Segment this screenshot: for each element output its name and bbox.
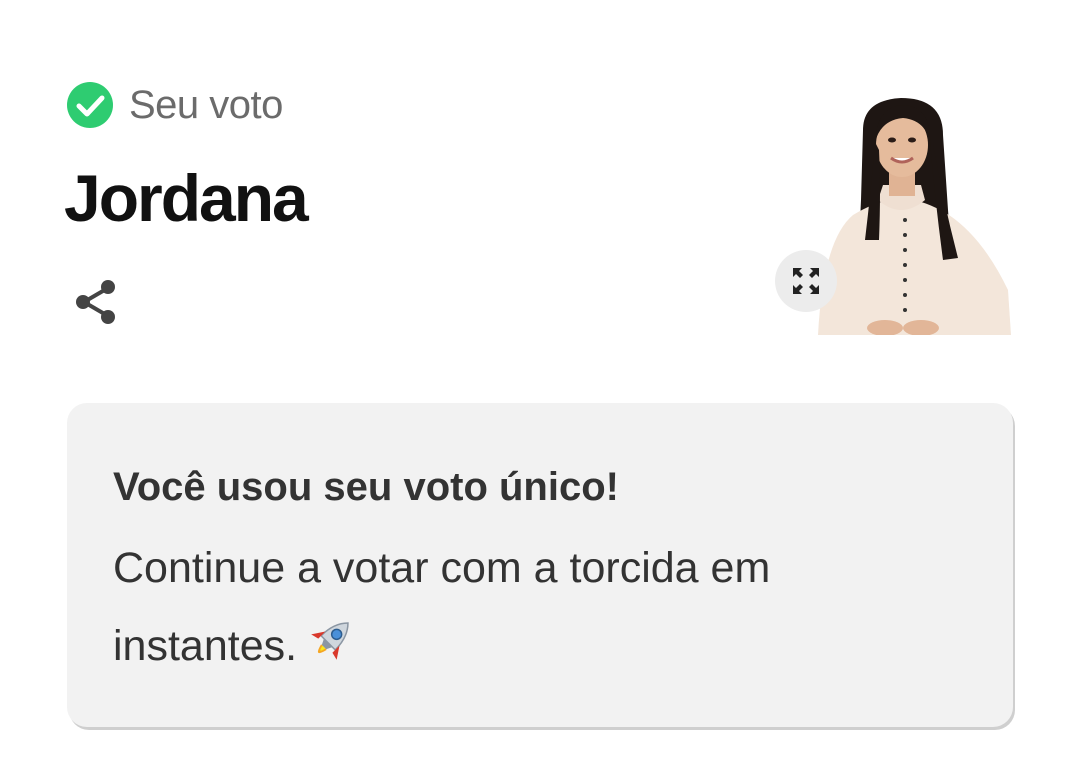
vote-confirmation-page: Seu voto Jordana Você usou seu voto únic… [0,0,1080,769]
vote-status-label: Seu voto [129,82,283,127]
card-body: Continue a votar com a torcida em instan… [113,529,873,685]
check-circle-icon [67,82,113,128]
share-button[interactable] [70,275,124,329]
card-body-text: Continue a votar com a torcida em instan… [113,544,771,670]
share-icon [76,280,115,324]
expand-icon [793,268,819,294]
vote-used-card: Você usou seu voto único! Continue a vot… [67,403,1013,727]
candidate-photo-area [775,90,1015,335]
rocket-icon [311,622,349,660]
card-title: Você usou seu voto único! [113,465,619,509]
candidate-name: Jordana [64,161,309,235]
vote-status: Seu voto [67,80,283,130]
expand-photo-button[interactable] [775,250,837,312]
